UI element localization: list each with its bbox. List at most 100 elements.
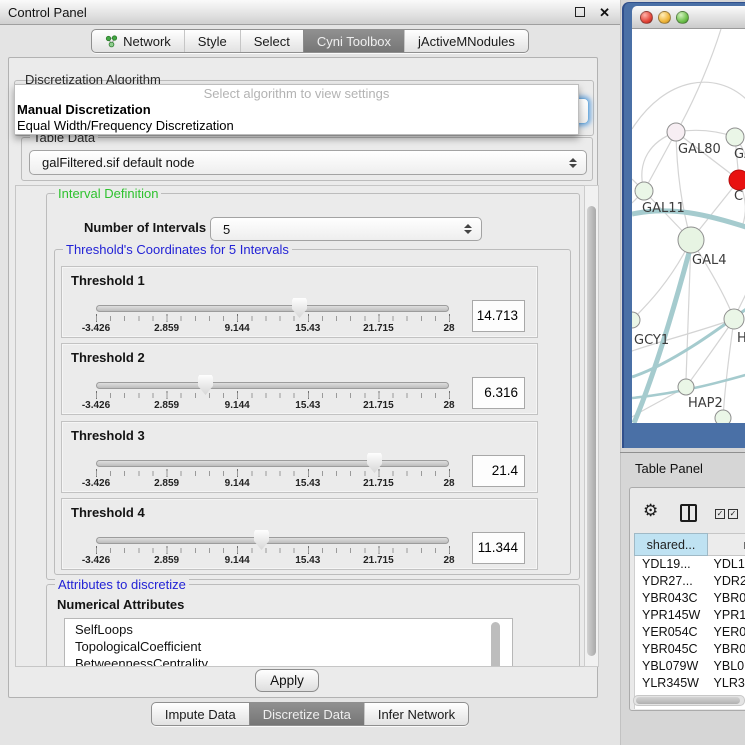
- slider-tick-labels: -3.4262.8599.14415.4321.71528: [96, 555, 449, 567]
- svg-text:GAL4: GAL4: [692, 253, 726, 268]
- close-icon[interactable]: ✕: [599, 6, 610, 19]
- node-gal4[interactable]: [678, 227, 704, 253]
- scrollbar-thumb[interactable]: [636, 697, 740, 704]
- threshold-4-label: Threshold 4: [71, 505, 145, 520]
- threshold-2-slider-track[interactable]: [96, 382, 449, 389]
- node-hap[interactable]: [724, 309, 744, 329]
- bottom-tab-group: Impute Data Discretize Data Infer Networ…: [151, 702, 469, 726]
- table-data-value: galFiltered.sif default node: [30, 155, 568, 170]
- list-scrollbar-thumb[interactable]: [491, 622, 500, 667]
- columns-icon[interactable]: [680, 504, 697, 522]
- table-horizontal-scrollbar[interactable]: [633, 695, 745, 706]
- slider-minor-ticks: [96, 393, 450, 398]
- table-body: YDL19...YDL1 YDR27...YDR2 YBR043CYBR0 YP…: [634, 556, 745, 709]
- apply-button[interactable]: Apply: [255, 669, 319, 692]
- threshold-1-slider-track[interactable]: [96, 305, 449, 312]
- list-item[interactable]: SelfLoops: [65, 619, 512, 638]
- tab-impute-data[interactable]: Impute Data: [152, 703, 249, 725]
- threshold-3-panel: Threshold 3 -3.4262.8599.14415.4321.7152…: [61, 421, 538, 493]
- bottom-tab-bar: Impute Data Discretize Data Infer Networ…: [0, 702, 620, 730]
- threshold-3-value-field[interactable]: 21.4: [472, 455, 525, 487]
- network-graph[interactable]: GAL80 GA C GAL11 GAL4 GCY1 H HAP2: [632, 29, 745, 423]
- threshold-4-panel: Threshold 4 -3.4262.8599.14415.4321.7152…: [61, 498, 538, 570]
- thresholds-fieldset: Threshold's Coordinates for 5 Intervals …: [54, 249, 571, 575]
- list-item[interactable]: TopologicalCoefficient: [65, 638, 512, 655]
- node-red-selected[interactable]: [729, 170, 745, 190]
- node-gal11[interactable]: [635, 182, 653, 200]
- control-panel-titlebar: Control Panel ✕: [0, 0, 620, 25]
- table-row[interactable]: YDR27...YDR2: [635, 573, 745, 590]
- thresholds-legend: Threshold's Coordinates for 5 Intervals: [63, 242, 292, 257]
- dropdown-prompt: Select algorithm to view settings: [15, 85, 578, 102]
- threshold-3-label: Threshold 3: [71, 428, 145, 443]
- number-of-intervals-label: Number of Intervals: [84, 220, 206, 235]
- slider-minor-ticks: [96, 471, 450, 476]
- svg-text:HAP2: HAP2: [688, 396, 723, 411]
- table-row[interactable]: YBR043CYBR0: [635, 590, 745, 607]
- tab-jactivemnodules[interactable]: jActiveMNodules: [404, 30, 528, 52]
- table-panel-divider: [620, 452, 745, 453]
- tab-cyni-toolbox[interactable]: Cyni Toolbox: [303, 30, 404, 52]
- scrollbar-thumb[interactable]: [587, 206, 596, 656]
- panel-title: Control Panel: [8, 5, 575, 20]
- interval-definition-fieldset: Interval Definition Number of Intervals …: [46, 193, 580, 580]
- threshold-2-value-field[interactable]: 6.316: [472, 377, 525, 409]
- slider-tick-labels: -3.4262.8599.14415.4321.71528: [96, 478, 449, 490]
- dropdown-item-manual[interactable]: Manual Discretization: [15, 102, 578, 118]
- settings-vertical-scrollbar[interactable]: [584, 185, 599, 667]
- table-data-combobox[interactable]: galFiltered.sif default node: [29, 150, 587, 175]
- node-bottom[interactable]: [715, 410, 731, 423]
- table-row[interactable]: YER054CYER0: [635, 624, 745, 641]
- numerical-attributes-title: Numerical Attributes: [57, 597, 184, 612]
- screenshot-root: { "titlebar": { "title": "Control Panel"…: [0, 0, 745, 745]
- tab-network[interactable]: Network: [92, 30, 184, 52]
- table-header-row: shared... na: [634, 533, 745, 556]
- network-canvas[interactable]: GAL80 GA C GAL11 GAL4 GCY1 H HAP2: [632, 29, 745, 423]
- close-traffic-light-icon[interactable]: [640, 11, 653, 24]
- float-window-icon[interactable]: [575, 7, 585, 17]
- network-icon: [105, 35, 118, 48]
- tab-select[interactable]: Select: [240, 30, 303, 52]
- table-row[interactable]: YDL19...YDL1: [635, 556, 745, 573]
- threshold-3-slider-track[interactable]: [96, 460, 449, 467]
- zoom-traffic-light-icon[interactable]: [676, 11, 689, 24]
- table-row[interactable]: YPR145WYPR1: [635, 607, 745, 624]
- slider-minor-ticks: [96, 316, 450, 321]
- tab-style[interactable]: Style: [184, 30, 240, 52]
- svg-text:GAL11: GAL11: [642, 201, 685, 216]
- table-panel: ⚙ ✓ ✓ shared... na YDL19...YDL1 YDR27...…: [629, 487, 745, 711]
- checkbox-icon[interactable]: ✓: [728, 509, 738, 519]
- control-panel: Control Panel ✕ Network Style Select Cyn…: [0, 0, 620, 745]
- svg-text:GA: GA: [734, 147, 745, 162]
- node-top-right[interactable]: [726, 128, 744, 146]
- checkbox-icon[interactable]: ✓: [715, 509, 725, 519]
- slider-tick-labels: -3.4262.8599.14415.4321.71528: [96, 323, 449, 335]
- threshold-4-value-field[interactable]: 11.344: [472, 532, 525, 564]
- column-header-shared[interactable]: shared...: [634, 533, 708, 556]
- column-header-name[interactable]: na: [708, 533, 745, 556]
- attributes-legend: Attributes to discretize: [55, 577, 189, 592]
- node-hap2[interactable]: [678, 379, 694, 395]
- threshold-1-value-field[interactable]: 14.713: [472, 300, 525, 332]
- minimize-traffic-light-icon[interactable]: [658, 11, 671, 24]
- threshold-4-slider-track[interactable]: [96, 537, 449, 544]
- number-of-intervals-combobox[interactable]: 5: [210, 217, 482, 241]
- tab-infer-network[interactable]: Infer Network: [364, 703, 468, 725]
- node-gal80[interactable]: [667, 123, 685, 141]
- tab-discretize-data[interactable]: Discretize Data: [249, 703, 364, 725]
- list-item[interactable]: BetweennessCentrality: [65, 655, 512, 667]
- table-row[interactable]: YBR045CYBR0: [635, 641, 745, 658]
- number-of-intervals-value: 5: [211, 222, 463, 237]
- table-row[interactable]: YLR345WYLR3: [635, 675, 745, 692]
- gear-icon[interactable]: ⚙: [643, 502, 658, 519]
- numerical-attributes-list[interactable]: SelfLoops TopologicalCoefficient Between…: [64, 618, 513, 667]
- node-attribute-table: shared... na YDL19...YDL1 YDR27...YDR2 Y…: [634, 533, 745, 709]
- top-tab-group: Network Style Select Cyni Toolbox jActiv…: [91, 29, 529, 53]
- dropdown-item-equal-width[interactable]: Equal Width/Frequency Discretization: [15, 118, 578, 134]
- threshold-1-panel: Threshold 1 -3.4262.8599.14415.4321.7152…: [61, 266, 538, 338]
- tab-network-label: Network: [123, 34, 171, 49]
- threshold-2-label: Threshold 2: [71, 350, 145, 365]
- algorithm-dropdown-popup: Select algorithm to view settings Manual…: [14, 84, 579, 135]
- node-gcy1[interactable]: [632, 312, 640, 328]
- table-row[interactable]: YBL079WYBL0: [635, 658, 745, 675]
